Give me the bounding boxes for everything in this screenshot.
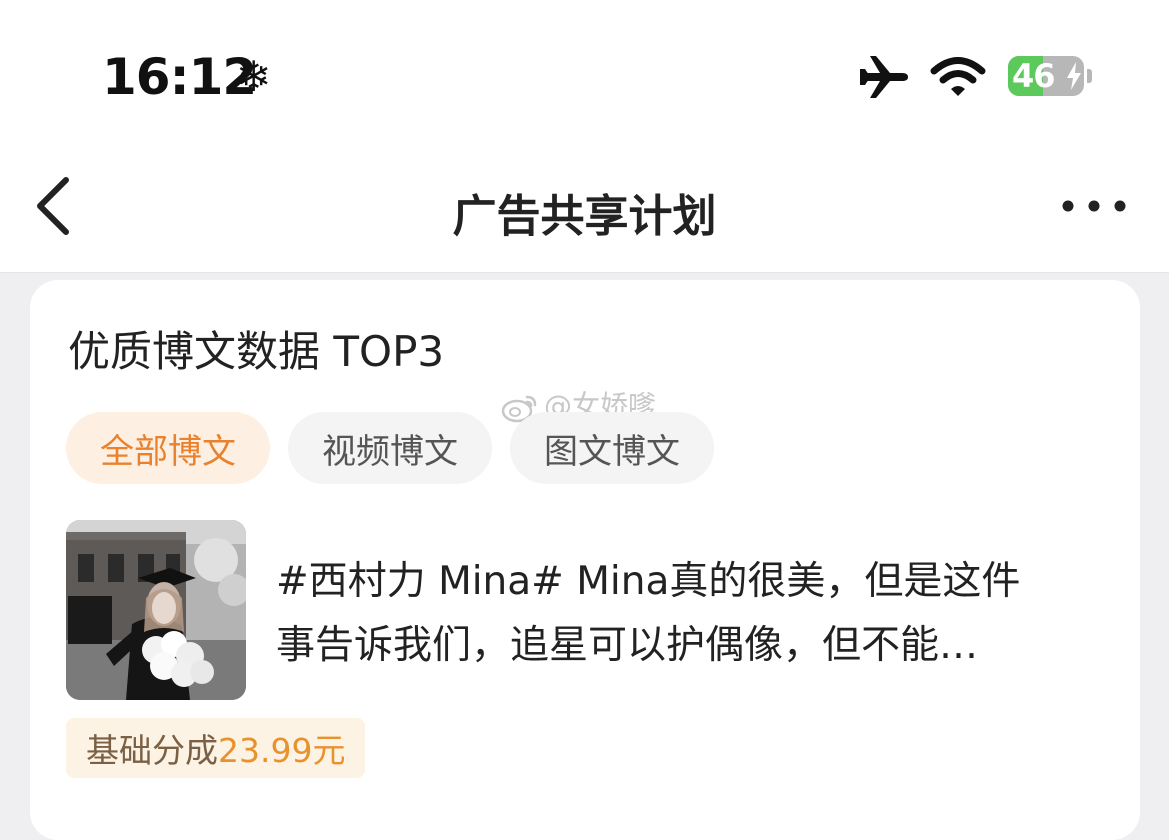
status-bar: 16:12 ❄ 46: [0, 0, 1169, 140]
battery-level-text: 46: [1012, 57, 1056, 95]
post-text-line-1: #西村力 Mina# Mina真的很美，但是这件: [276, 559, 1021, 604]
wifi-icon: [930, 57, 986, 96]
earnings-value: 23.99元: [218, 731, 346, 770]
battery-body: 46: [1008, 56, 1084, 96]
battery-icon: 46: [1008, 56, 1092, 98]
card-title: 优质博文数据 TOP3: [68, 327, 445, 376]
tab-video-posts[interactable]: 视频博文: [288, 412, 492, 484]
more-dots-icon[interactable]: [1058, 196, 1130, 216]
page-title: 广告共享计划: [452, 191, 717, 242]
nav-bar: 广告共享计划: [0, 140, 1169, 273]
status-time: 16:12: [102, 48, 257, 106]
snowflake-icon: ❄: [236, 52, 272, 101]
charging-bolt-icon: [1067, 62, 1081, 90]
tab-image-text-posts[interactable]: 图文博文: [510, 412, 714, 484]
earnings-label: 基础分成: [86, 731, 218, 770]
earnings-badge: 基础分成 23.99元: [66, 718, 366, 778]
top-posts-card: 优质博文数据 TOP3 @女娇嗲 全部博文 视频博文 图文博文 #西村力 Min…: [30, 280, 1140, 840]
tab-all-posts[interactable]: 全部博文: [66, 412, 270, 484]
post-thumbnail-image: [66, 520, 246, 700]
battery-nub: [1087, 69, 1092, 83]
post-text[interactable]: #西村力 Mina# Mina真的很美，但是这件 事告诉我们，追星可以护偶像，但…: [276, 550, 1126, 678]
post-text-line-2: 事告诉我们，追星可以护偶像，但不能…: [276, 623, 979, 668]
post-thumbnail[interactable]: [66, 520, 246, 700]
airplane-icon: [860, 56, 908, 98]
